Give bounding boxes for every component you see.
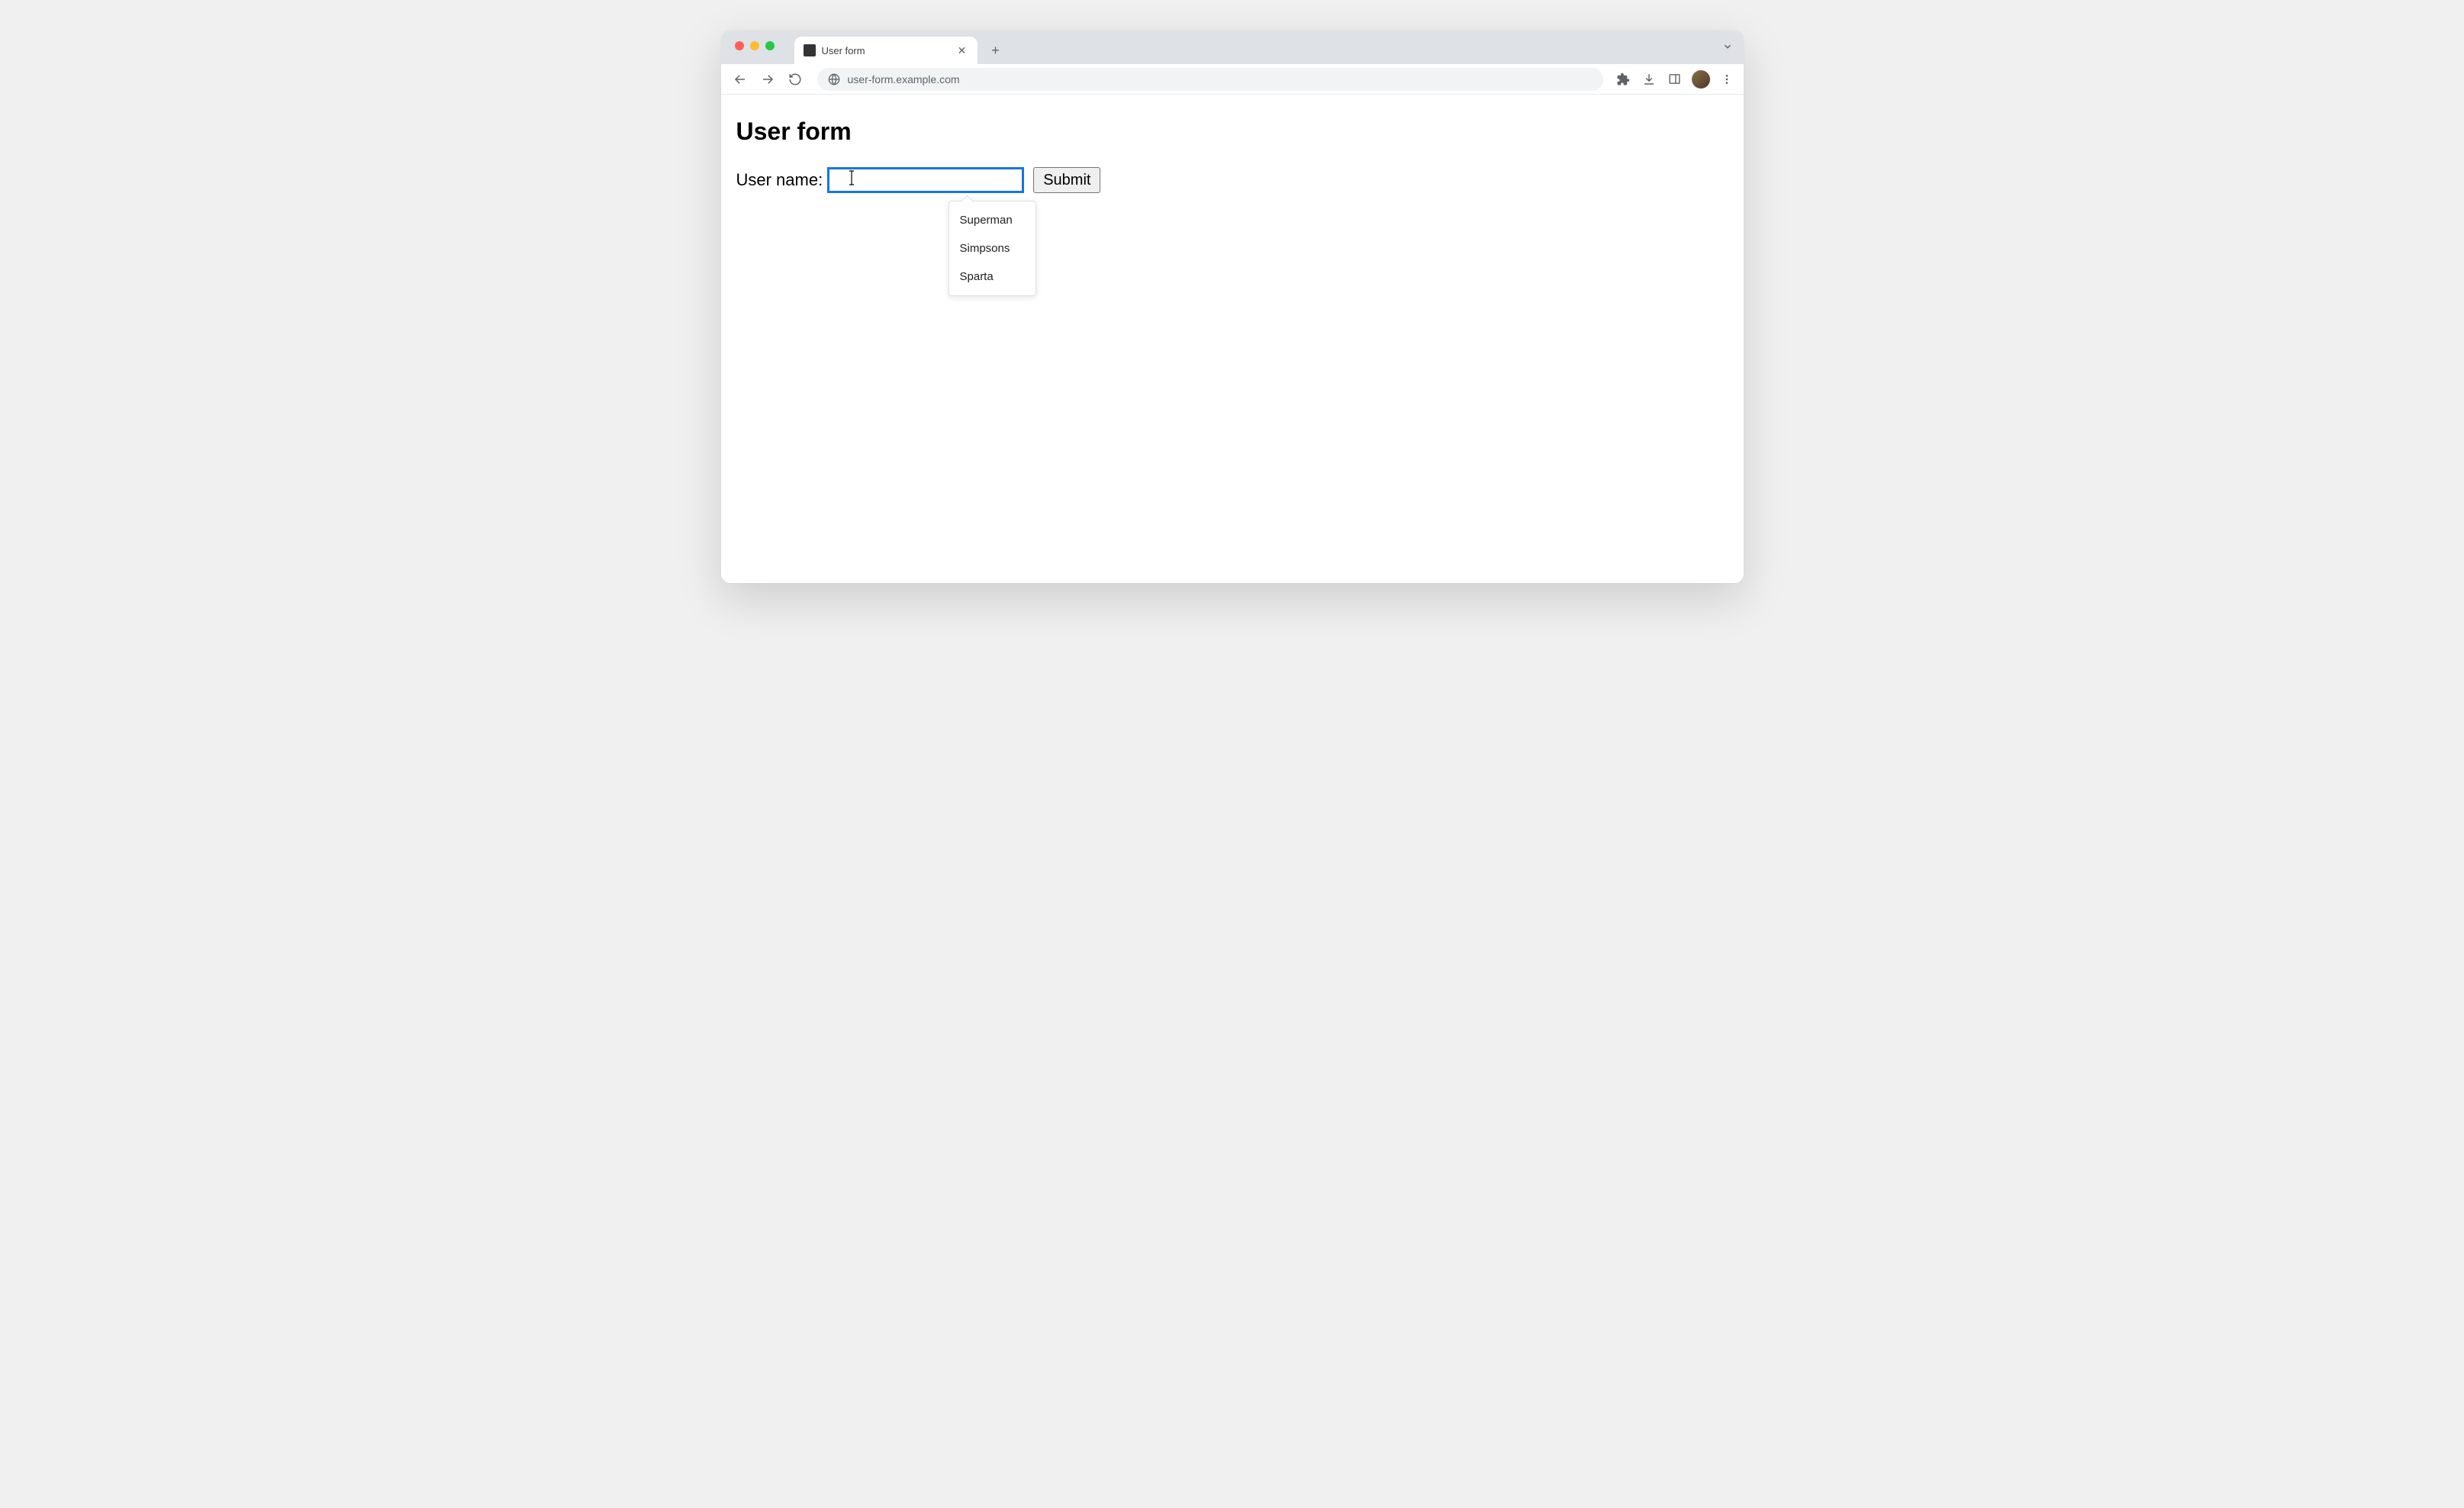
maximize-window-icon[interactable] bbox=[765, 41, 775, 50]
page-title: User form bbox=[736, 118, 1728, 146]
toolbar-right bbox=[1614, 70, 1736, 89]
user-form: User name: Submit Superman Simpsons Spar… bbox=[736, 167, 1728, 193]
autocomplete-item[interactable]: Simpsons bbox=[949, 234, 1036, 263]
username-input[interactable] bbox=[827, 167, 1024, 193]
submit-button[interactable]: Submit bbox=[1033, 167, 1100, 193]
close-tab-icon[interactable]: ✕ bbox=[956, 44, 968, 56]
profile-avatar[interactable] bbox=[1692, 70, 1710, 89]
extensions-icon[interactable] bbox=[1614, 70, 1632, 89]
autocomplete-dropdown: Superman Simpsons Sparta bbox=[949, 201, 1036, 296]
window-controls bbox=[735, 41, 775, 50]
titlebar: User form ✕ + bbox=[721, 31, 1744, 64]
autocomplete-item[interactable]: Superman bbox=[949, 206, 1036, 234]
forward-button[interactable] bbox=[756, 68, 779, 91]
tab-title: User form bbox=[822, 45, 950, 56]
autocomplete-item[interactable]: Sparta bbox=[949, 263, 1036, 291]
address-bar[interactable]: user-form.example.com bbox=[817, 68, 1603, 91]
close-window-icon[interactable] bbox=[735, 41, 744, 50]
username-label: User name: bbox=[736, 170, 823, 190]
browser-window: User form ✕ + user-form.example.com bbox=[721, 31, 1744, 583]
minimize-window-icon[interactable] bbox=[750, 41, 759, 50]
globe-icon bbox=[828, 73, 840, 85]
page-content: User form User name: Submit Superman Sim… bbox=[721, 95, 1744, 583]
back-button[interactable] bbox=[729, 68, 752, 91]
reload-button[interactable] bbox=[784, 68, 807, 91]
download-icon[interactable] bbox=[1640, 70, 1658, 89]
tabs-dropdown-icon[interactable] bbox=[1722, 41, 1733, 54]
browser-tab[interactable]: User form ✕ bbox=[794, 37, 978, 64]
url-text: user-form.example.com bbox=[848, 73, 960, 85]
toolbar: user-form.example.com bbox=[721, 64, 1744, 95]
new-tab-button[interactable]: + bbox=[985, 40, 1007, 61]
favicon-icon bbox=[804, 44, 816, 56]
sidepanel-icon[interactable] bbox=[1666, 70, 1684, 89]
menu-icon[interactable] bbox=[1718, 70, 1736, 89]
